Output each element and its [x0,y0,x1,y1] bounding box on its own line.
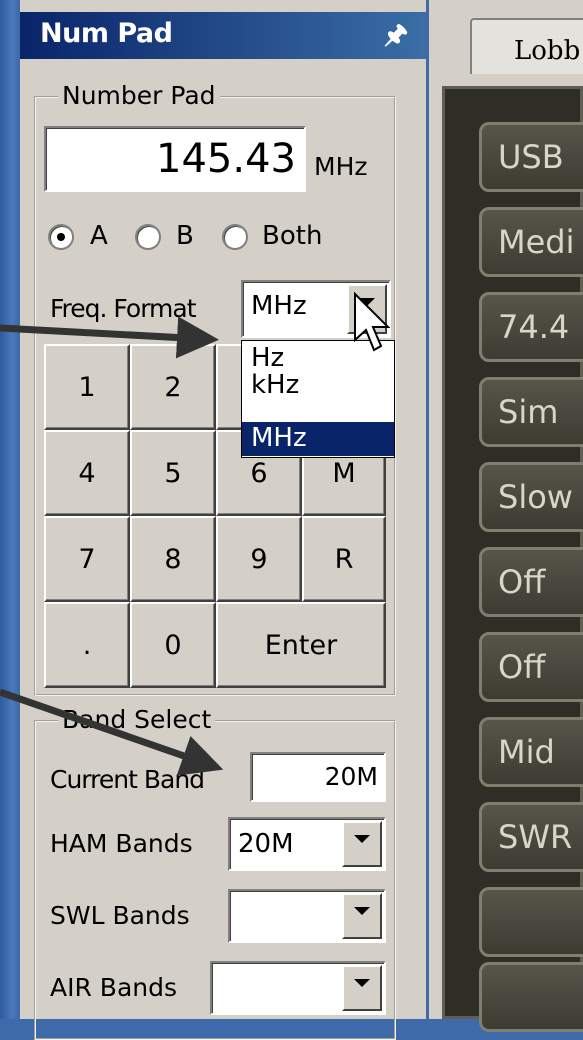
arrow-to-current-band [0,688,224,776]
annotation-arrows [0,291,391,776]
mouse-cursor-icon [354,291,391,352]
arrow-to-freq-format [0,316,219,359]
